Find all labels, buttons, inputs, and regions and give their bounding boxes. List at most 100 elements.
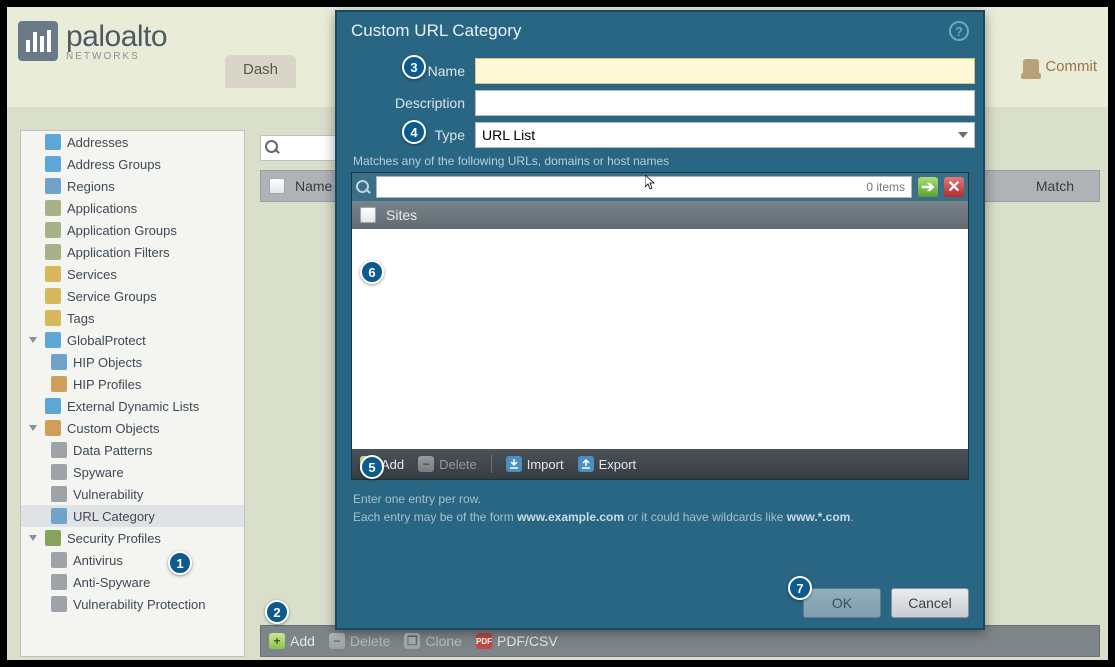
commit-button[interactable]: Commit [1023,58,1097,75]
tree-node-icon [45,288,61,304]
sidebar-item-url-category[interactable]: URL Category [21,505,244,527]
sidebar-item-antivirus[interactable]: Antivirus [21,549,244,571]
sidebar-item-label: GlobalProtect [67,333,146,348]
sidebar-item-label: HIP Objects [73,355,142,370]
bottom-pdfcsv-button[interactable]: PDF PDF/CSV [476,633,558,649]
sidebar-item-custom-objects[interactable]: Custom Objects [21,417,244,439]
callout-6: 6 [360,260,384,284]
sidebar-item-data-patterns[interactable]: Data Patterns [21,439,244,461]
type-select[interactable]: URL List [475,122,975,148]
name-input[interactable] [475,58,975,84]
sidebar-item-spyware[interactable]: Spyware [21,461,244,483]
sidebar-item-globalprotect[interactable]: GlobalProtect [21,329,244,351]
sites-select-all-checkbox[interactable] [360,207,376,223]
tree-node-icon [45,134,61,150]
bottom-delete-button: − Delete [329,633,390,649]
sidebar-item-label: Services [67,267,117,282]
sidebar-item-label: Applications [67,201,137,216]
cancel-button[interactable]: Cancel [891,588,969,618]
bottom-clone-label: Clone [425,633,462,649]
search-icon [356,180,370,194]
hint-line-1: Enter one entry per row. [353,490,967,508]
tree-node-icon [51,574,67,590]
select-all-checkbox[interactable] [269,178,285,194]
bottom-delete-label: Delete [350,633,390,649]
tree-node-icon [51,354,67,370]
custom-url-category-dialog: Custom URL Category ? Name Description T… [335,10,985,630]
sidebar-item-hip-objects[interactable]: HIP Objects [21,351,244,373]
sidebar-item-address-groups[interactable]: Address Groups [21,153,244,175]
sidebar-item-services[interactable]: Services [21,263,244,285]
sidebar-item-security-profiles[interactable]: Security Profiles [21,527,244,549]
expand-icon[interactable] [29,337,37,343]
close-icon[interactable]: ✕ [944,177,964,197]
sidebar-item-tags[interactable]: Tags [21,307,244,329]
sites-search-input[interactable] [376,176,912,198]
dialog-title-bar[interactable]: Custom URL Category ? [337,12,983,50]
tree-node-icon [45,530,61,546]
sites-list-body[interactable] [352,229,968,449]
brand-logo-icon [18,21,58,61]
sites-export-button[interactable]: Export [578,456,637,472]
sites-import-button[interactable]: Import [506,456,564,472]
export-icon [578,456,594,472]
expand-icon[interactable] [29,425,37,431]
help-icon[interactable]: ? [949,21,969,41]
sidebar-item-anti-spyware[interactable]: Anti-Spyware [21,571,244,593]
sidebar-item-label: Service Groups [67,289,157,304]
ok-button[interactable]: OK [803,588,881,618]
tree-node-icon [51,508,67,524]
tree-node-icon [45,244,61,260]
sidebar-item-external-dynamic-lists[interactable]: External Dynamic Lists [21,395,244,417]
sites-header-label: Sites [386,207,417,223]
sidebar-item-applications[interactable]: Applications [21,197,244,219]
tree-node-icon [45,332,61,348]
tree-node-icon [51,486,67,502]
sidebar[interactable]: Addresses Address Groups Regions Applicatio… [20,130,245,657]
description-input[interactable] [475,90,975,116]
plus-icon: + [269,633,285,649]
sidebar-item-service-groups[interactable]: Service Groups [21,285,244,307]
description-label: Description [345,95,465,111]
sites-add-label: Add [381,457,404,472]
pdf-icon: PDF [476,633,492,649]
tree-node-icon [45,420,61,436]
commit-icon [1023,59,1039,75]
grid-col-match[interactable]: Match [1036,178,1074,194]
sidebar-item-vulnerability-protection[interactable]: Vulnerability Protection [21,593,244,615]
sidebar-item-application-groups[interactable]: Application Groups [21,219,244,241]
sites-search-bar: ➔ ✕ [352,173,968,201]
sidebar-item-hip-profiles[interactable]: HIP Profiles [21,373,244,395]
sidebar-item-label: Application Filters [67,245,170,260]
hint-line-2: Each entry may be of the form www.exampl… [353,508,967,526]
sidebar-item-regions[interactable]: Regions [21,175,244,197]
tree-node-icon [45,398,61,414]
tab-dashboard[interactable]: Dash [225,55,296,88]
sidebar-item-vulnerability[interactable]: Vulnerability [21,483,244,505]
expand-icon[interactable] [29,535,37,541]
sidebar-item-label: Address Groups [67,157,161,172]
sidebar-item-label: Addresses [67,135,128,150]
grid-col-name[interactable]: Name [295,178,332,194]
go-icon[interactable]: ➔ [918,177,938,197]
sites-grid-header: Sites [352,201,968,229]
tree-node-icon [51,596,67,612]
import-icon [506,456,522,472]
sidebar-item-label: Data Patterns [73,443,153,458]
main-search[interactable] [260,135,340,161]
clone-icon: ❐ [404,633,420,649]
sites-delete-label: Delete [439,457,477,472]
sidebar-item-addresses[interactable]: Addresses [21,131,244,153]
sidebar-item-label: Regions [67,179,115,194]
bottom-add-button[interactable]: + Add [269,633,315,649]
sites-import-label: Import [527,457,564,472]
dialog-title: Custom URL Category [351,21,521,41]
bottom-add-label: Add [290,633,315,649]
minus-icon: − [418,456,434,472]
sidebar-item-application-filters[interactable]: Application Filters [21,241,244,263]
sites-export-label: Export [599,457,637,472]
tree-node-icon [45,222,61,238]
sidebar-item-label: Security Profiles [67,531,161,546]
match-hint: Matches any of the following URLs, domai… [353,154,975,168]
tree-node-icon [45,310,61,326]
